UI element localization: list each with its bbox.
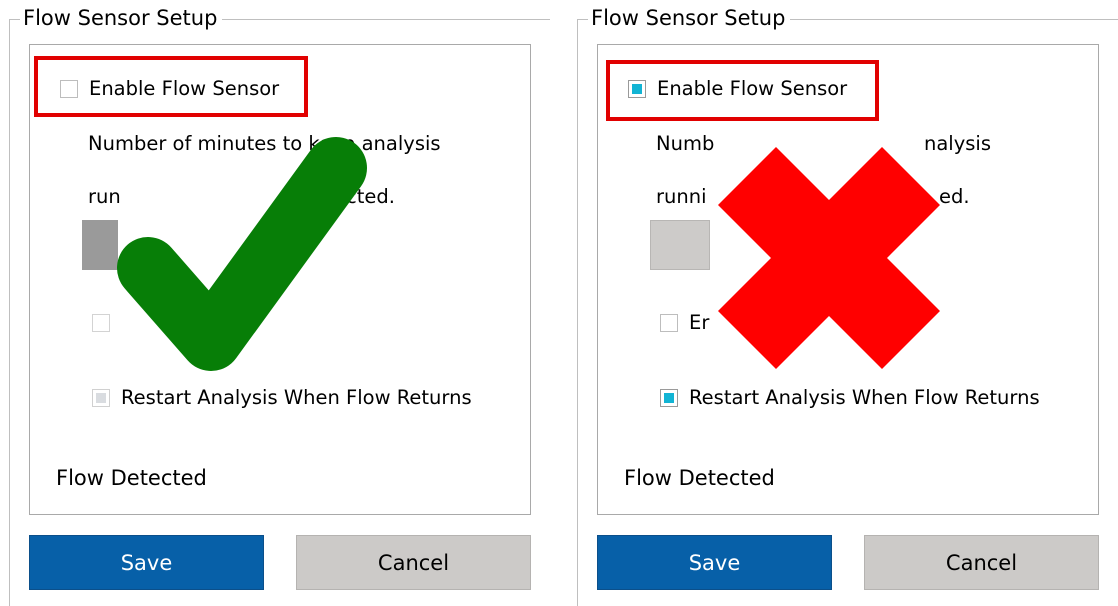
highlight-box <box>34 56 308 117</box>
restart-analysis-checkbox[interactable] <box>92 389 110 407</box>
group-title: Flow Sensor Setup <box>21 4 220 32</box>
flow-sensor-setup-panel-correct: Flow Sensor Setup Enable Flow Sensor Num… <box>0 0 550 606</box>
secondary-option-checkbox[interactable] <box>660 314 678 332</box>
checkbox-checked-fill <box>664 393 674 403</box>
cancel-button[interactable]: Cancel <box>296 535 531 590</box>
secondary-option-checkbox[interactable] <box>92 314 110 332</box>
save-button[interactable]: Save <box>597 535 832 590</box>
group-border-top-left <box>9 19 20 20</box>
minutes-description-line1-start: Numb <box>656 132 715 155</box>
save-button[interactable]: Save <box>29 535 264 590</box>
minutes-description-line2-end: ed. <box>939 185 970 208</box>
group-border-top-right <box>790 19 1118 20</box>
minutes-description-line2-end: cted. <box>346 185 395 208</box>
group-border-left <box>9 19 10 606</box>
minutes-description-line2-start: runni <box>656 185 707 208</box>
flow-status-text: Flow Detected <box>56 466 207 490</box>
checkbox-disabled-fill <box>96 393 106 403</box>
minutes-spinner-button[interactable] <box>82 220 118 270</box>
minutes-description-line2-start: run <box>88 185 121 208</box>
restart-analysis-label[interactable]: Restart Analysis When Flow Returns <box>121 385 472 411</box>
secondary-option-label[interactable]: Er <box>689 310 709 336</box>
group-title: Flow Sensor Setup <box>589 4 788 32</box>
restart-analysis-label[interactable]: Restart Analysis When Flow Returns <box>689 385 1040 411</box>
minutes-description-line1-end: nalysis <box>924 132 992 155</box>
flow-status-text: Flow Detected <box>624 466 775 490</box>
minutes-spinner-button[interactable] <box>650 220 710 270</box>
group-border-top-left <box>577 19 588 20</box>
restart-analysis-checkbox[interactable] <box>660 389 678 407</box>
cancel-button[interactable]: Cancel <box>864 535 1099 590</box>
highlight-box <box>606 60 879 121</box>
minutes-description-line1: Number of minutes to keep analysis <box>88 132 441 155</box>
group-border-left <box>577 19 578 606</box>
group-border-top-right <box>222 19 550 20</box>
flow-sensor-setup-panel-incorrect: Flow Sensor Setup Enable Flow Sensor Num… <box>568 0 1118 606</box>
